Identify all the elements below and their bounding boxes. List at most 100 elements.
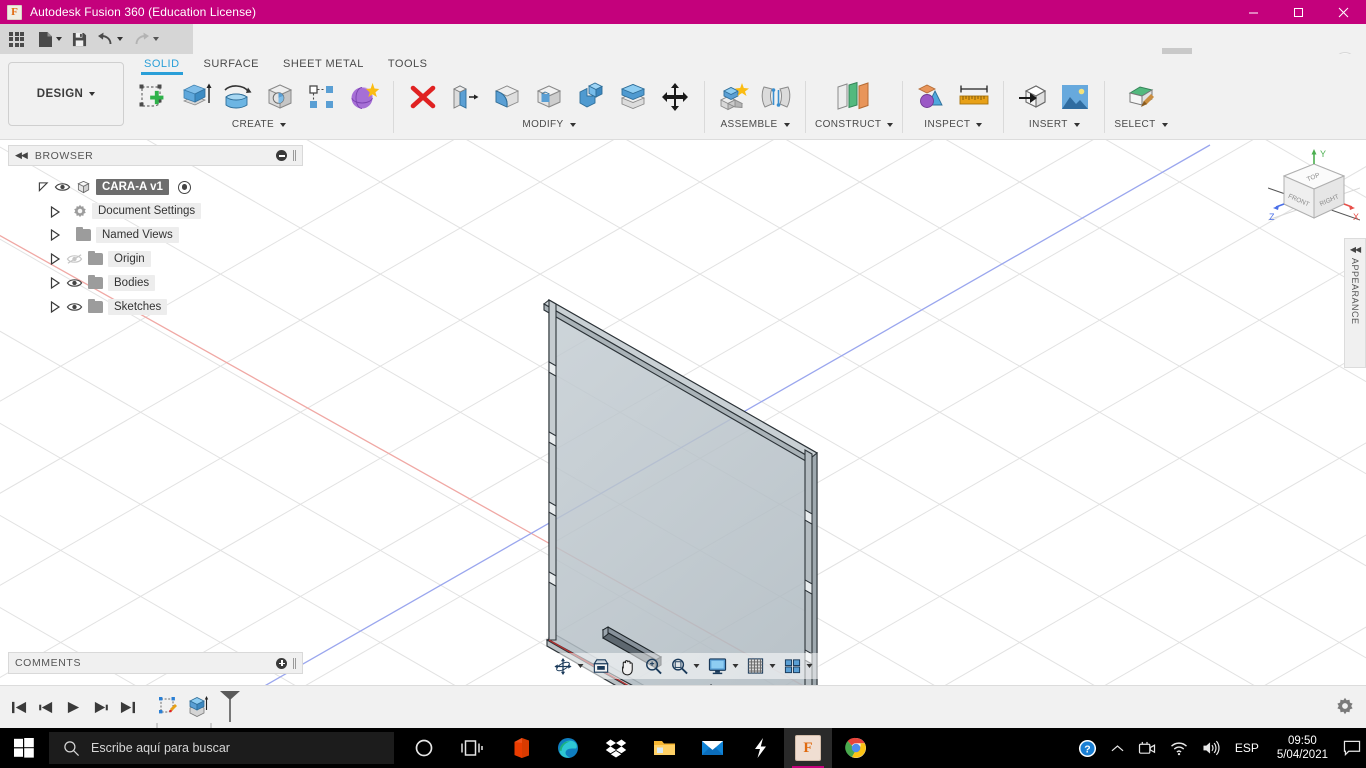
file-explorer-icon[interactable] [640, 728, 688, 768]
ribbon-group-label-select[interactable]: SELECT [1114, 119, 1168, 130]
cortana-icon[interactable] [400, 728, 448, 768]
undo-button[interactable] [92, 24, 128, 54]
3d-viewport[interactable]: ◀◀ BROWSER CARA-A v1 Document Settings N… [0, 140, 1366, 685]
orbit-button[interactable] [551, 655, 587, 678]
close-button[interactable] [1321, 0, 1366, 24]
viewports-button[interactable] [781, 655, 816, 677]
lightning-icon[interactable] [736, 728, 784, 768]
maximize-button[interactable] [1276, 0, 1321, 24]
canvas-image-icon[interactable] [1055, 75, 1095, 119]
display-settings-button[interactable] [705, 655, 742, 677]
ribbon-group-label-insert[interactable]: INSERT [1029, 119, 1080, 130]
interference-icon[interactable] [912, 75, 952, 119]
wifi-icon[interactable] [1163, 728, 1195, 768]
mail-icon[interactable] [688, 728, 736, 768]
chrome-icon[interactable] [832, 728, 880, 768]
office-icon[interactable] [496, 728, 544, 768]
zoom-button[interactable] [642, 655, 666, 677]
extrude-feature-icon[interactable] [183, 691, 213, 721]
collapse-left-icon[interactable]: ◀◀ [15, 150, 28, 161]
look-at-button[interactable] [589, 655, 614, 677]
move-copy-icon[interactable] [655, 75, 695, 119]
create-form-icon[interactable] [344, 75, 384, 119]
dropbox-icon[interactable] [592, 728, 640, 768]
ribbon-group-label-modify[interactable]: MODIFY [522, 119, 576, 130]
panel-resize-grip[interactable] [293, 657, 296, 669]
browser-item-origin[interactable]: Origin [8, 247, 303, 271]
start-button[interactable] [0, 728, 48, 768]
help-circle-icon[interactable]: ? [1071, 728, 1104, 768]
browser-root-label[interactable]: CARA-A v1 [96, 179, 169, 195]
timeline-end-marker[interactable] [217, 689, 243, 723]
minus-circle-icon[interactable] [276, 150, 287, 161]
language-indicator[interactable]: ESP [1227, 728, 1267, 768]
visibility-eye-icon[interactable] [66, 301, 83, 313]
hole-icon[interactable] [260, 75, 300, 119]
speaker-icon[interactable] [1195, 728, 1227, 768]
plus-circle-icon[interactable] [276, 657, 287, 669]
taskbar-search-box[interactable]: Escribe aquí para buscar [49, 732, 394, 764]
collapsed-triangle-icon[interactable] [50, 253, 61, 265]
browser-item-named-views[interactable]: Named Views [8, 223, 303, 247]
timeline-settings-button[interactable] [1336, 697, 1354, 718]
skip-to-beginning-button[interactable] [6, 692, 33, 722]
task-view-icon[interactable] [448, 728, 496, 768]
ribbon-group-label-assemble[interactable]: ASSEMBLE [720, 119, 790, 130]
play-button[interactable] [60, 692, 87, 722]
action-center-icon[interactable] [1338, 728, 1366, 768]
activate-component-radio[interactable] [177, 180, 191, 194]
select-paint-icon[interactable] [1121, 75, 1161, 119]
rectangular-pattern-icon[interactable] [302, 75, 342, 119]
workspace-selector-button[interactable]: DESIGN [8, 62, 124, 126]
ribbon-group-label-construct[interactable]: CONSTRUCT [815, 119, 894, 130]
skip-to-end-button[interactable] [114, 692, 141, 722]
step-backward-button[interactable] [33, 692, 60, 722]
fillet-icon[interactable] [487, 75, 527, 119]
fusion360-icon[interactable]: F [784, 728, 832, 768]
file-menu-button[interactable] [33, 24, 67, 54]
browser-root-node[interactable]: CARA-A v1 [8, 175, 303, 199]
fit-button[interactable] [668, 655, 703, 677]
step-forward-button[interactable] [87, 692, 114, 722]
collapse-icon[interactable]: ◀◀ [1350, 245, 1361, 254]
visibility-hidden-eye-icon[interactable] [66, 253, 83, 265]
browser-item-document-settings[interactable]: Document Settings [8, 199, 303, 223]
joint-icon[interactable] [756, 75, 796, 119]
pan-button[interactable] [616, 655, 640, 678]
panel-resize-grip[interactable] [293, 150, 296, 161]
revolve-icon[interactable] [218, 75, 258, 119]
tab-solid[interactable]: SOLID [132, 54, 192, 75]
browser-item-sketches[interactable]: Sketches [8, 295, 303, 319]
comments-panel-header[interactable]: COMMENTS [8, 652, 303, 674]
shell-icon[interactable] [529, 75, 569, 119]
browser-item-label[interactable]: Sketches [108, 299, 168, 315]
ribbon-group-label-inspect[interactable]: INSPECT [924, 119, 983, 130]
minimize-button[interactable] [1231, 0, 1276, 24]
clock[interactable]: 09:50 5/04/2021 [1267, 728, 1338, 768]
create-sketch-icon[interactable] [134, 75, 174, 119]
collapsed-triangle-icon[interactable] [50, 229, 61, 241]
measure-icon[interactable] [954, 75, 994, 119]
browser-item-label[interactable]: Named Views [96, 227, 179, 243]
appearance-panel-tab[interactable]: ◀◀ APPEARANCE [1344, 238, 1366, 368]
browser-item-bodies[interactable]: Bodies [8, 271, 303, 295]
view-cube[interactable]: TOP FRONT RIGHT Y X Z [1267, 148, 1361, 240]
collapsed-triangle-icon[interactable] [50, 205, 61, 218]
tab-tools[interactable]: TOOLS [376, 54, 440, 73]
chevron-up-icon[interactable] [1104, 728, 1131, 768]
ribbon-group-label-create[interactable]: CREATE [232, 119, 287, 130]
expanded-triangle-icon[interactable] [38, 181, 49, 193]
extrude-icon[interactable] [176, 75, 216, 119]
new-component-icon[interactable] [714, 75, 754, 119]
offset-plane-icon[interactable] [827, 75, 881, 119]
press-pull-icon[interactable] [445, 75, 485, 119]
tab-sheet-metal[interactable]: SHEET METAL [271, 54, 376, 73]
show-data-panel-button[interactable] [0, 24, 33, 54]
browser-item-label[interactable]: Origin [108, 251, 151, 267]
tab-surface[interactable]: SURFACE [192, 54, 271, 73]
offset-face-icon[interactable] [613, 75, 653, 119]
edge-icon[interactable] [544, 728, 592, 768]
sketch-feature-icon[interactable] [153, 691, 183, 721]
visibility-eye-icon[interactable] [54, 181, 71, 193]
insert-derive-icon[interactable] [1013, 75, 1053, 119]
